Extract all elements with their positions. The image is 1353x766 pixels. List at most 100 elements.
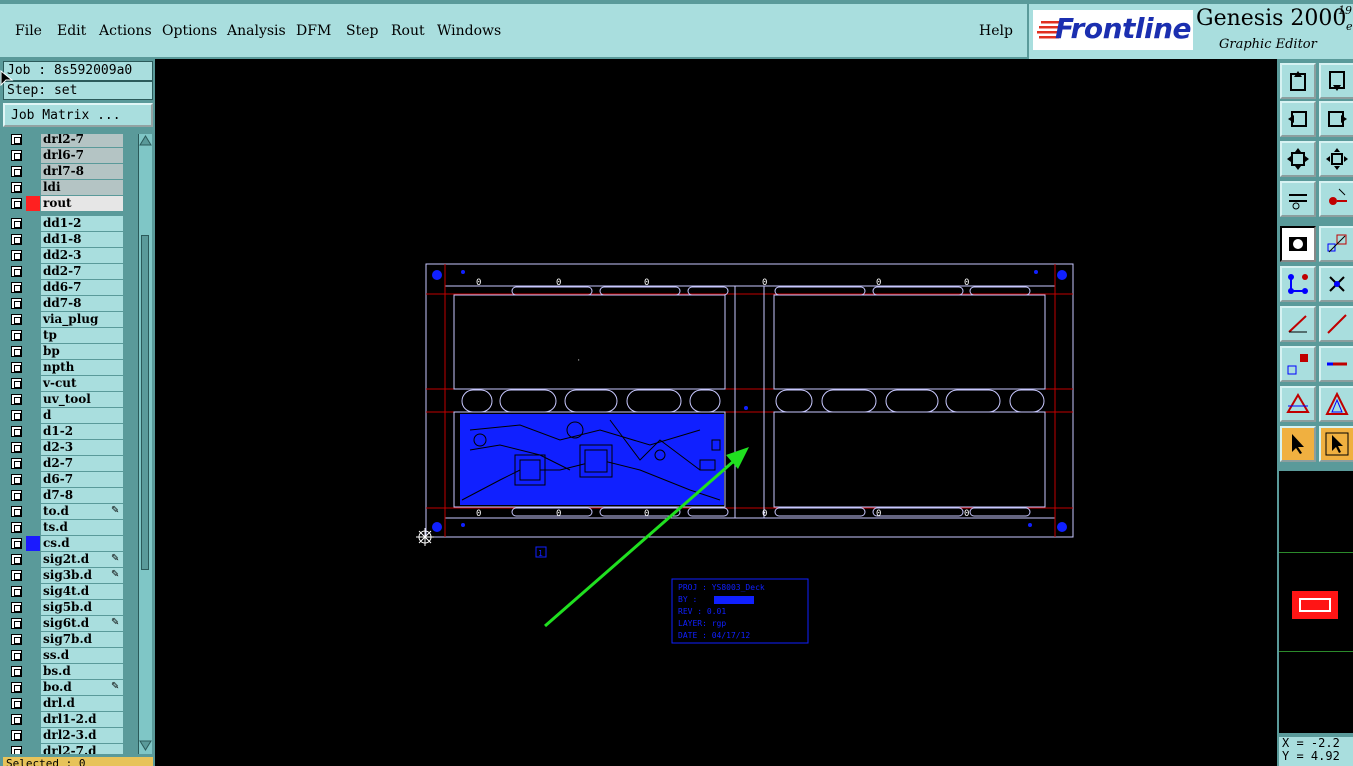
layer-color-swatch[interactable] <box>26 552 40 567</box>
layer-checkbox[interactable] <box>11 538 22 549</box>
layer-name[interactable]: sig5b.d <box>41 600 123 615</box>
layer-color-swatch[interactable] <box>26 312 40 327</box>
layer-name[interactable]: drl2-3.d <box>41 728 123 743</box>
pointer-select-button[interactable] <box>1319 426 1353 462</box>
layer-checkbox[interactable] <box>11 150 22 161</box>
select-feature-button[interactable] <box>1280 226 1316 262</box>
layer-checkbox[interactable] <box>11 426 22 437</box>
layer-row[interactable]: drl6-7 <box>3 148 138 163</box>
layer-color-swatch[interactable] <box>26 568 40 583</box>
menu-help[interactable]: Help <box>979 23 1013 39</box>
layer-color-swatch[interactable] <box>26 664 40 679</box>
layer-row[interactable]: dd2-3 <box>3 248 138 263</box>
layer-checkbox[interactable] <box>11 442 22 453</box>
menu-analysis[interactable]: Analysis <box>227 23 286 39</box>
layer-row[interactable]: bp <box>3 344 138 359</box>
layer-row[interactable]: to.d ✎ <box>3 504 138 519</box>
layer-checkbox[interactable] <box>11 634 22 645</box>
layer-checkbox[interactable] <box>11 506 22 517</box>
layer-row[interactable]: sig4t.d <box>3 584 138 599</box>
layer-checkbox[interactable] <box>11 554 22 565</box>
layer-color-swatch[interactable] <box>26 696 40 711</box>
layer-row[interactable]: sig6t.d ✎ <box>3 616 138 631</box>
layer-name[interactable]: drl.d <box>41 696 123 711</box>
layer-checkbox[interactable] <box>11 282 22 293</box>
layer-color-swatch[interactable] <box>26 408 40 423</box>
layer-color-swatch[interactable] <box>26 616 40 631</box>
layer-checkbox[interactable] <box>11 586 22 597</box>
menu-step[interactable]: Step <box>346 23 378 39</box>
layer-checkbox[interactable] <box>11 234 22 245</box>
layer-checkbox[interactable] <box>11 314 22 325</box>
layer-color-swatch[interactable] <box>26 488 40 503</box>
settings-button[interactable] <box>1280 181 1316 217</box>
layer-checkbox[interactable] <box>11 410 22 421</box>
layer-name[interactable]: d7-8 <box>41 488 123 503</box>
zoom-center-button[interactable] <box>1319 141 1353 177</box>
layer-row[interactable]: dd6-7 <box>3 280 138 295</box>
menu-actions[interactable]: Actions <box>99 23 152 39</box>
edit-shape-button[interactable] <box>1319 226 1353 262</box>
layer-checkbox[interactable] <box>11 682 22 693</box>
layer-row[interactable]: ss.d <box>3 648 138 663</box>
layer-row[interactable]: drl2-7.d <box>3 744 138 754</box>
layer-color-swatch[interactable] <box>26 360 40 375</box>
layer-name[interactable]: dd1-2 <box>41 216 123 231</box>
scroll-up-icon[interactable] <box>139 134 152 146</box>
layer-scrollbar-thumb[interactable] <box>141 235 149 570</box>
line-angle-button[interactable] <box>1280 306 1316 342</box>
layer-checkbox[interactable] <box>11 474 22 485</box>
layer-color-swatch[interactable] <box>26 344 40 359</box>
layer-name[interactable]: dd1-8 <box>41 232 123 247</box>
layer-name[interactable]: drl2-7.d <box>41 744 123 754</box>
layer-color-swatch[interactable] <box>26 440 40 455</box>
layer-checkbox[interactable] <box>11 714 22 725</box>
layer-color-swatch[interactable] <box>26 536 40 551</box>
triangle-button[interactable] <box>1280 386 1316 422</box>
graphic-canvas[interactable]: 0 0 0 0 0 0 0 0 0 0 0 0 1 PROJ: YS8003_… <box>155 59 1277 766</box>
layer-row[interactable]: dd2-7 <box>3 264 138 279</box>
layer-color-swatch[interactable] <box>26 712 40 727</box>
panel-overview[interactable] <box>1279 470 1353 733</box>
layer-checkbox[interactable] <box>11 394 22 405</box>
layer-row[interactable]: via_plug <box>3 312 138 327</box>
layer-checkbox[interactable] <box>11 266 22 277</box>
layer-name[interactable]: uv_tool <box>41 392 123 407</box>
layer-name[interactable]: dd2-7 <box>41 264 123 279</box>
layer-color-swatch[interactable] <box>26 216 40 231</box>
layer-color-swatch[interactable] <box>26 196 40 211</box>
layer-color-swatch[interactable] <box>26 680 40 695</box>
layer-color-swatch[interactable] <box>26 728 40 743</box>
layer-row[interactable]: rout <box>3 196 138 211</box>
menu-rout[interactable]: Rout <box>391 23 425 39</box>
layer-checkbox[interactable] <box>11 346 22 357</box>
layer-name[interactable]: dd7-8 <box>41 296 123 311</box>
layer-row[interactable]: d <box>3 408 138 423</box>
layer-color-swatch[interactable] <box>26 328 40 343</box>
layer-row[interactable]: ldi <box>3 180 138 195</box>
layer-row[interactable]: d6-7 <box>3 472 138 487</box>
layer-color-swatch[interactable] <box>26 280 40 295</box>
zoom-in-bottom-button[interactable] <box>1319 63 1353 99</box>
menu-dfm[interactable]: DFM <box>296 23 331 39</box>
layer-checkbox[interactable] <box>11 570 22 581</box>
menu-options[interactable]: Options <box>162 23 217 39</box>
layer-row[interactable]: d1-2 <box>3 424 138 439</box>
layer-color-swatch[interactable] <box>26 632 40 647</box>
layer-name[interactable]: npth <box>41 360 123 375</box>
layer-color-swatch[interactable] <box>26 180 40 195</box>
layer-name[interactable]: drl2-7 <box>41 134 123 147</box>
layer-name[interactable]: cs.d <box>41 536 123 551</box>
layer-name[interactable]: rout <box>41 196 123 211</box>
layer-checkbox[interactable] <box>11 618 22 629</box>
layer-color-swatch[interactable] <box>26 392 40 407</box>
layer-row[interactable]: sig7b.d <box>3 632 138 647</box>
pad-button[interactable] <box>1280 346 1316 382</box>
layer-row[interactable]: uv_tool <box>3 392 138 407</box>
layer-name[interactable]: dd6-7 <box>41 280 123 295</box>
layer-row[interactable]: sig3b.d ✎ <box>3 568 138 583</box>
layer-name[interactable]: sig7b.d <box>41 632 123 647</box>
layer-color-swatch[interactable] <box>26 472 40 487</box>
layer-row[interactable]: drl2-3.d <box>3 728 138 743</box>
layer-checkbox[interactable] <box>11 182 22 193</box>
